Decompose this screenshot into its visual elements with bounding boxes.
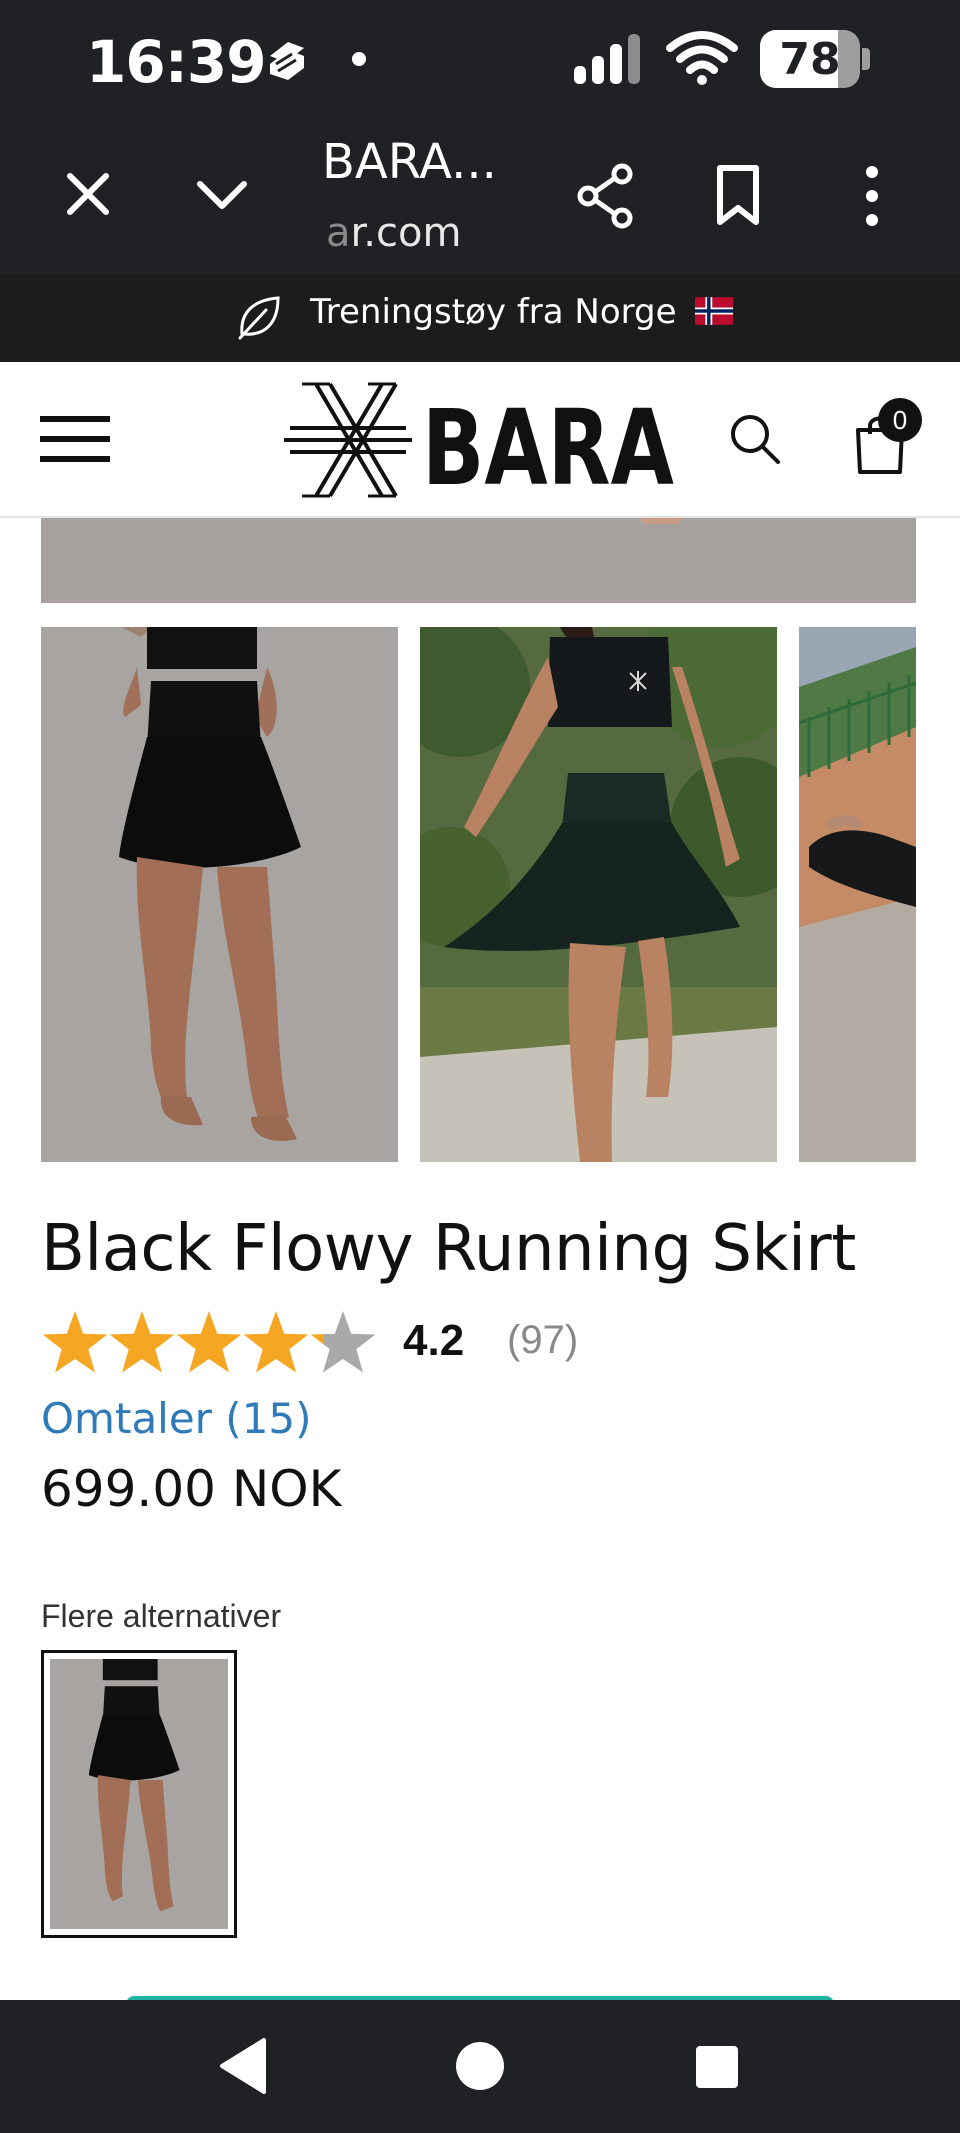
search-icon[interactable]	[728, 412, 782, 466]
rating-star	[310, 1311, 376, 1373]
rating-count: (97)	[507, 1318, 579, 1362]
promo-banner: Treningstøy fra Norge	[0, 274, 960, 362]
reviews-link[interactable]: Omtaler (15)	[41, 1394, 312, 1443]
promo-label: Treningstøy fra Norge	[310, 292, 677, 332]
home-icon[interactable]	[448, 2034, 512, 2098]
product-gallery[interactable]	[41, 627, 916, 1162]
page-url[interactable]: ar.com	[326, 210, 461, 256]
close-icon[interactable]	[52, 158, 124, 230]
status-bar: 16:39 78	[0, 0, 960, 120]
app-notification-icon	[270, 42, 304, 80]
recents-icon[interactable]	[684, 2034, 748, 2098]
gallery-image-3[interactable]	[799, 627, 916, 1162]
cart-button[interactable]: 0	[852, 398, 924, 478]
page-title[interactable]: BARA...	[322, 134, 497, 190]
logo-text: BARA	[422, 387, 674, 502]
back-icon[interactable]	[214, 2034, 278, 2098]
browser-toolbar: BARA... ar.com	[0, 120, 960, 274]
signal-icon	[574, 34, 640, 84]
url-text: r.com	[350, 210, 462, 256]
gallery-image-2[interactable]	[420, 627, 777, 1162]
bara-logo[interactable]: BARA	[282, 378, 682, 502]
cart-count-badge: 0	[878, 398, 922, 442]
product-price: 699.00 NOK	[41, 1460, 342, 1518]
hero-image[interactable]	[41, 518, 916, 603]
alternative-thumbnail[interactable]	[41, 1650, 237, 1938]
rating-star	[176, 1311, 242, 1373]
alternative-thumbnail-image	[50, 1659, 228, 1929]
menu-icon[interactable]	[40, 414, 110, 464]
rating-star	[243, 1311, 309, 1373]
share-icon[interactable]	[570, 160, 642, 232]
rating-star	[42, 1311, 108, 1373]
more-vert-icon[interactable]	[836, 160, 908, 232]
rating-stars-icon	[42, 1311, 376, 1373]
rating-value: 4.2	[403, 1316, 465, 1365]
bookmark-icon[interactable]	[702, 160, 774, 232]
product-title: Black Flowy Running Skirt	[41, 1212, 856, 1286]
gallery-image-1[interactable]	[41, 627, 398, 1162]
site-header: BARA 0	[0, 362, 960, 518]
promo-text: Treningstøy fra Norge	[310, 292, 734, 332]
url-faded: a	[326, 210, 351, 256]
wifi-icon	[666, 31, 738, 85]
notification-dot-icon	[352, 52, 366, 66]
battery-percent: 78	[779, 34, 841, 85]
chevron-down-icon[interactable]	[186, 158, 258, 230]
leaf-icon	[238, 296, 280, 340]
status-time: 16:39	[86, 28, 267, 96]
norway-flag-icon	[695, 297, 734, 325]
alternatives-label: Flere alternativer	[41, 1598, 282, 1634]
rating-star	[109, 1311, 175, 1373]
battery-icon: 78	[760, 30, 872, 88]
system-nav-bar	[0, 2000, 960, 2133]
